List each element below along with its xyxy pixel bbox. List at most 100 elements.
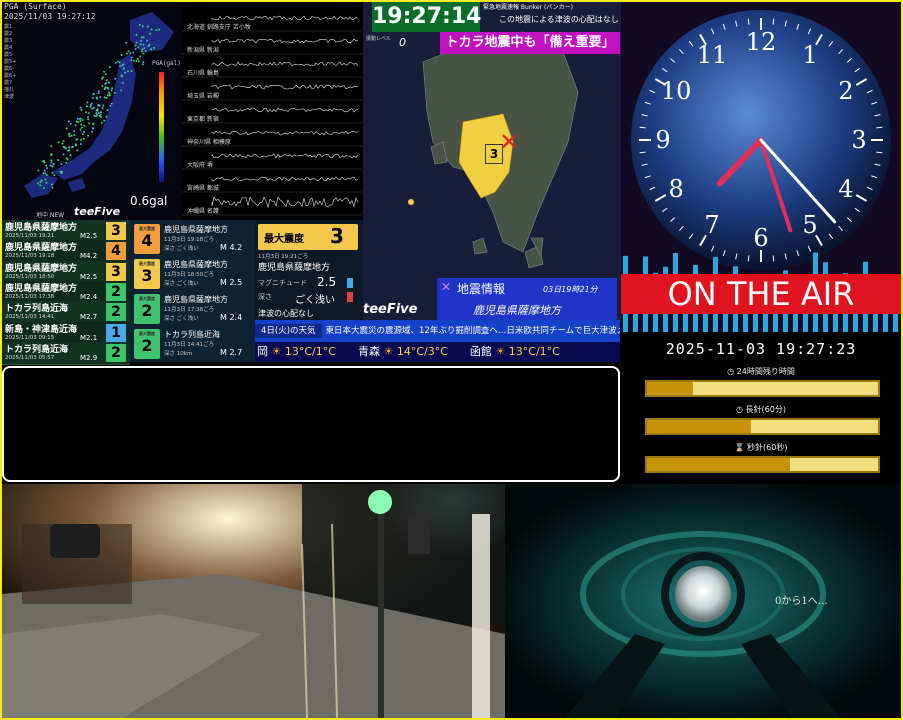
pga-station-dot bbox=[141, 63, 144, 66]
pga-station-dot bbox=[36, 182, 39, 185]
subtitle-box bbox=[2, 366, 620, 482]
pga-station-dot bbox=[103, 70, 106, 73]
pga-station-dot bbox=[74, 143, 77, 146]
pga-value: 0.6gal bbox=[130, 194, 168, 208]
pga-station-dot bbox=[103, 96, 106, 99]
pga-station-dot bbox=[142, 43, 145, 46]
pga-station-dot bbox=[43, 161, 46, 164]
pga-station-dot bbox=[120, 89, 123, 92]
pga-station-dot bbox=[142, 61, 145, 64]
clock-tick bbox=[639, 126, 646, 129]
detail-intensity-badge: 最大震度 2 bbox=[134, 294, 160, 324]
quake-magnitude: M2.4 bbox=[80, 292, 98, 301]
pga-station-dot bbox=[123, 67, 125, 70]
pga-station-dot bbox=[120, 74, 123, 77]
pga-station-dot bbox=[104, 82, 107, 85]
pga-station-dot bbox=[91, 97, 94, 99]
pga-station-dot bbox=[127, 50, 130, 53]
waveform-station-label: 東京都 新宿 bbox=[187, 116, 219, 123]
quake-datetime: 2025/11/03 18:50 bbox=[5, 273, 55, 280]
pga-station-dot bbox=[66, 158, 69, 161]
news-ticker: 4日(火)の天気 東日本大震災の震源域、12年ぶり掘削調査へ…日米欧共同チームで巨… bbox=[255, 320, 620, 342]
detail-time: 11月3日 19:18ごろ bbox=[164, 237, 215, 243]
quake-magnitude: M2.5 bbox=[80, 272, 98, 281]
info-x-icon: ✕ bbox=[441, 280, 452, 294]
depth-marker bbox=[347, 292, 353, 302]
detail-magnitude: M 2.5 bbox=[220, 278, 243, 287]
pga-station-dot bbox=[134, 48, 137, 50]
pga-station-dot bbox=[37, 169, 40, 172]
pga-station-dot bbox=[62, 139, 65, 142]
progress-label: ◷ 長針(60分) bbox=[736, 405, 786, 414]
pga-station-dot bbox=[130, 59, 133, 62]
pga-station-dot bbox=[43, 169, 46, 172]
waveform-trace bbox=[211, 61, 359, 67]
quake-list-row[interactable]: トカラ列島近海 2025/11/03 05:57 M2.9 2 bbox=[2, 341, 130, 365]
pga-station-dot bbox=[122, 63, 125, 66]
pga-station-dot bbox=[69, 154, 72, 157]
waveform-trace bbox=[211, 107, 359, 113]
pga-station-dot bbox=[93, 106, 95, 109]
pga-station-dot bbox=[39, 181, 42, 183]
clock-number: 5 bbox=[802, 211, 817, 239]
cam2-caption: 0から1へ… bbox=[775, 596, 828, 607]
pga-station-dot bbox=[101, 107, 104, 110]
info-title: 地震情報 bbox=[457, 282, 506, 296]
pga-station-dot bbox=[108, 66, 111, 69]
pga-station-dot bbox=[99, 96, 102, 99]
info-region: 鹿児島県薩摩地方 bbox=[473, 304, 561, 317]
pga-station-dot bbox=[136, 57, 139, 60]
pga-station-dot bbox=[135, 33, 138, 36]
clock-number: 3 bbox=[851, 126, 866, 154]
weather-item: 岡 ☀ 13°C/1°C bbox=[257, 345, 336, 358]
quake-datetime: 2025/11/03 19:21 bbox=[5, 233, 55, 239]
pga-station-dot bbox=[62, 153, 65, 156]
pga-station-dot bbox=[73, 130, 76, 133]
clock-number: 9 bbox=[655, 126, 670, 154]
pga-station-dot bbox=[111, 87, 114, 90]
pga-station-dot bbox=[129, 52, 132, 55]
pga-station-dot bbox=[140, 36, 143, 39]
tunnel-scene bbox=[505, 484, 901, 718]
pga-station-dot bbox=[92, 127, 95, 130]
pga-station-dot bbox=[110, 102, 113, 105]
pga-station-dot bbox=[39, 184, 42, 187]
pga-station-dot bbox=[141, 48, 144, 51]
pga-station-dot bbox=[89, 105, 92, 108]
pga-station-dot bbox=[113, 91, 116, 94]
waveform-station-label: 埼玉県 岩槻 bbox=[187, 93, 219, 100]
quake-region: 鹿児島県薩摩地方 bbox=[5, 223, 78, 233]
mag-label: マグニチュード bbox=[258, 279, 307, 287]
pga-station-dot bbox=[107, 87, 110, 90]
pga-station-dot bbox=[106, 109, 109, 111]
detail-intensity-badge: 最大震度 3 bbox=[134, 259, 160, 289]
digital-clock: 19:27:14 bbox=[372, 2, 481, 32]
quake-datetime: 2025/11/03 05:57 bbox=[5, 354, 55, 361]
max-intensity-value: 3 bbox=[330, 224, 344, 248]
pga-station-dot bbox=[45, 174, 48, 176]
progress-label: ◷ 24時間残り時間 bbox=[727, 367, 795, 376]
pga-station-dot bbox=[146, 39, 148, 42]
pga-station-dot bbox=[155, 29, 158, 31]
pga-station-dot bbox=[78, 118, 81, 121]
pga-station-dot bbox=[67, 120, 70, 123]
top-note-2: この地震による津波の心配はなし bbox=[499, 15, 619, 24]
weather-temp: 13°C/1°C bbox=[284, 345, 336, 358]
pga-station-dot bbox=[79, 120, 82, 123]
pga-station-dot bbox=[80, 123, 83, 126]
pga-station-dot bbox=[49, 164, 52, 167]
pga-station-dot bbox=[65, 127, 68, 130]
clock-number: 6 bbox=[753, 224, 768, 252]
pga-station-dot bbox=[79, 128, 82, 131]
pga-station-dot bbox=[153, 46, 156, 49]
pga-station-dot bbox=[102, 76, 104, 79]
pga-station-dot bbox=[119, 65, 122, 68]
pga-station-dot bbox=[61, 170, 63, 173]
waveform-trace bbox=[211, 84, 359, 90]
quake-intensity-badge: 2 bbox=[106, 343, 126, 362]
mag-marker bbox=[347, 278, 353, 288]
mag-value: 2.5 bbox=[317, 275, 337, 289]
quake-datetime: 2025/11/03 09:15 bbox=[5, 334, 55, 341]
waveform-station-label: 神奈川県 相模原 bbox=[187, 139, 231, 146]
pga-station-dot bbox=[105, 97, 108, 99]
